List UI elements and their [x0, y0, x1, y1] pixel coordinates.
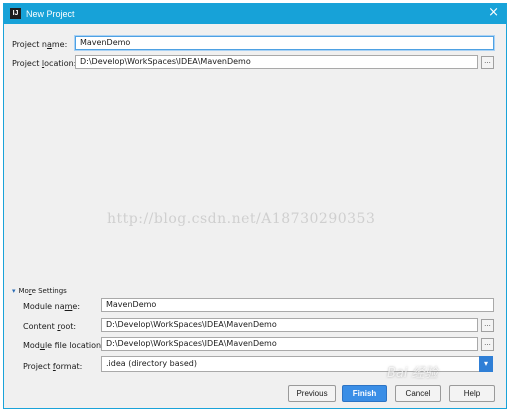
content-area	[5, 76, 505, 281]
project-location-input[interactable]: D:\Develop\WorkSpaces\IDEA\MavenDemo	[75, 55, 478, 69]
watermark-text: http://blog.csdn.net/A18730290353	[107, 211, 376, 227]
title-bar: IJ New Project ×	[4, 4, 506, 24]
module-file-location-label: Module file location:	[23, 341, 104, 350]
more-settings-toggle[interactable]: ▾ More Settings	[12, 286, 67, 296]
module-name-label: Module name:	[23, 302, 81, 311]
project-location-label: Project location:	[12, 59, 77, 68]
project-format-label: Project format:	[23, 362, 83, 371]
module-file-location-input[interactable]: D:\Develop\WorkSpaces\IDEA\MavenDemo	[101, 337, 478, 351]
new-project-dialog: IJ New Project × Project name: MavenDemo…	[3, 3, 507, 409]
module-name-input[interactable]: MavenDemo	[101, 298, 494, 312]
browse-location-button[interactable]: ...	[481, 56, 494, 69]
browse-content-root-button[interactable]: ...	[481, 319, 494, 332]
close-icon[interactable]: ×	[488, 6, 499, 20]
project-format-select[interactable]: .idea (directory based) ▾	[101, 356, 493, 372]
browse-module-file-button[interactable]: ...	[481, 338, 494, 351]
window-title: New Project	[26, 9, 75, 19]
intellij-icon: IJ	[10, 8, 21, 19]
help-button[interactable]: Help	[449, 385, 495, 402]
content-root-input[interactable]: D:\Develop\WorkSpaces\IDEA\MavenDemo	[101, 318, 478, 332]
content-root-label: Content root:	[23, 322, 77, 331]
chevron-down-icon[interactable]: ▾	[479, 356, 493, 372]
project-name-label: Project name:	[12, 40, 68, 49]
collapse-triangle-icon: ▾	[12, 287, 16, 295]
finish-button[interactable]: Finish	[342, 385, 387, 402]
previous-button[interactable]: Previous	[288, 385, 336, 402]
project-name-input[interactable]: MavenDemo	[75, 36, 494, 50]
cancel-button[interactable]: Cancel	[395, 385, 441, 402]
project-format-value: .idea (directory based)	[106, 359, 197, 368]
